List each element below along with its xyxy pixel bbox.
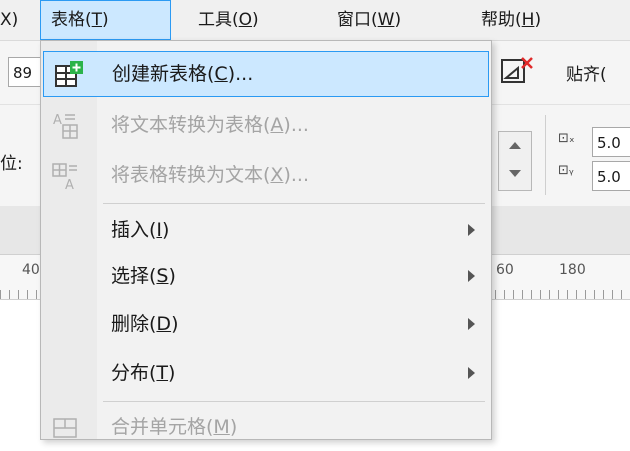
snap-icon[interactable] (496, 54, 536, 90)
menu-item-label: 分布(T) (111, 362, 176, 384)
menu-window[interactable]: 窗口(W) (337, 0, 401, 40)
menu-prev-item[interactable]: X) (0, 0, 18, 40)
left-numeric-field[interactable]: 89 (8, 57, 42, 87)
menu-item-text-to-table[interactable]: A 将文本转换为表格(A)... (41, 103, 491, 149)
y-position-field[interactable]: 5.0 (592, 161, 630, 191)
object-y-icon: ⊡ᵧ (558, 163, 574, 178)
menu-table[interactable]: 表格(T) (40, 0, 171, 40)
table-menu-dropdown: 创建新表格(C)... A 将文本转换为表格(A)... A 将表格转换为文本(… (40, 40, 492, 440)
spinner[interactable] (498, 131, 532, 191)
menu-separator (103, 401, 485, 402)
menu-tools[interactable]: 工具(O) (198, 0, 259, 40)
svg-text:A: A (53, 113, 62, 128)
menu-item-label: 插入(I) (111, 219, 170, 241)
submenu-arrow-icon (468, 224, 475, 236)
spin-up-icon[interactable] (509, 142, 521, 149)
menu-item-distribute[interactable]: 分布(T) (41, 351, 491, 397)
menu-item-insert[interactable]: 插入(I) (41, 208, 491, 254)
new-table-icon (54, 60, 84, 90)
position-label: 位: (0, 154, 23, 174)
submenu-arrow-icon (468, 367, 475, 379)
menu-item-label: 将表格转换为文本(X)... (111, 164, 309, 186)
object-x-icon: ⊡ₓ (558, 131, 575, 146)
menu-item-table-to-text[interactable]: A 将表格转换为文本(X)... (41, 153, 491, 199)
menu-item-create-table[interactable]: 创建新表格(C)... (43, 51, 489, 97)
table-to-text-icon: A (51, 161, 81, 193)
menu-item-label: 选择(S) (111, 265, 176, 287)
menu-bar: X) 表格(T) 工具(O) 窗口(W) 帮助(H) (0, 0, 630, 41)
menu-separator (103, 203, 485, 204)
menu-help[interactable]: 帮助(H) (481, 0, 541, 40)
snap-menu-label[interactable]: 贴齐( (566, 60, 607, 85)
menu-item-label: 删除(D) (111, 313, 179, 335)
submenu-arrow-icon (468, 318, 475, 330)
menu-item-merge-cells[interactable]: 合并单元格(M) (41, 405, 491, 451)
svg-text:A: A (65, 178, 74, 191)
menu-item-label: 创建新表格(C)... (112, 63, 254, 85)
menu-item-label: 合并单元格(M) (111, 416, 238, 438)
submenu-arrow-icon (468, 270, 475, 282)
merge-cells-icon (51, 413, 81, 443)
x-position-field[interactable]: 5.0 (592, 127, 630, 157)
text-to-table-icon: A (51, 111, 81, 141)
menu-item-select[interactable]: 选择(S) (41, 254, 491, 300)
menu-item-label: 将文本转换为表格(A)... (111, 114, 309, 136)
ruler-label: 40 (22, 262, 40, 278)
menu-item-delete[interactable]: 删除(D) (41, 302, 491, 348)
ruler-label: 180 (559, 262, 586, 278)
ruler-label: 60 (496, 262, 514, 278)
spin-down-icon[interactable] (509, 170, 521, 177)
